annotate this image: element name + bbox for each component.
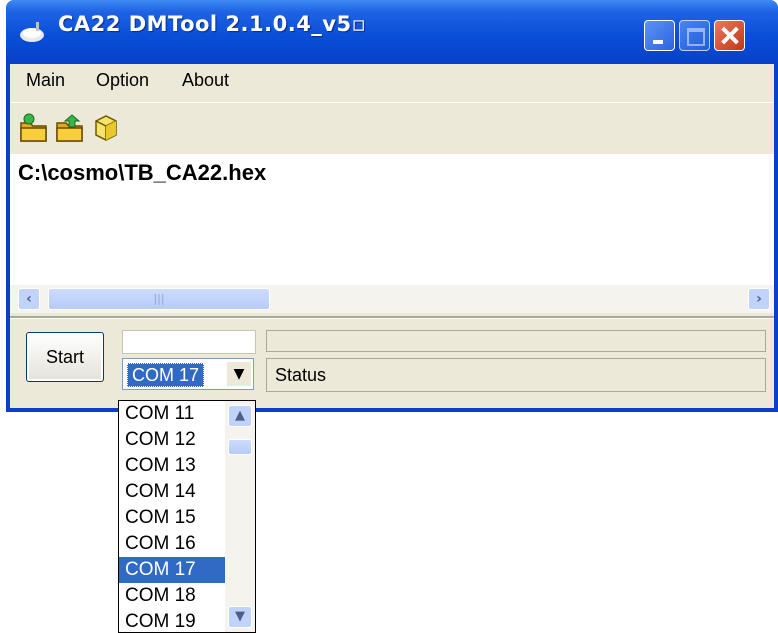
minimize-button[interactable] (644, 20, 675, 51)
chevron-up-icon[interactable]: ▲ (228, 405, 252, 427)
menu-about[interactable]: About (182, 70, 229, 91)
title-bar[interactable]: CA22 DMTool 2.1.0.4_v5▫ (6, 0, 778, 64)
close-button[interactable] (714, 20, 745, 51)
com-port-select[interactable]: COM 17 ▼ (122, 358, 254, 390)
dropdown-option[interactable]: COM 16 (119, 531, 225, 557)
file-path-text: C:\cosmo\TB_CA22.hex (18, 160, 267, 185)
dropdown-option-selected[interactable]: COM 17 (119, 557, 225, 583)
start-button[interactable]: Start (26, 332, 104, 382)
menu-main[interactable]: Main (26, 70, 65, 91)
status-upper-panel (266, 330, 766, 352)
dropdown-option[interactable]: COM 18 (119, 583, 225, 609)
com-port-dropdown-list[interactable]: COM 11 COM 12 COM 13 COM 14 COM 15 COM 1… (118, 400, 256, 633)
scroll-right-icon[interactable]: › (748, 288, 770, 310)
app-window: CA22 DMTool 2.1.0.4_v5▫ Main Option Abou… (6, 0, 778, 412)
dropdown-scroll-thumb[interactable] (228, 439, 252, 455)
scroll-left-icon[interactable]: ‹ (18, 288, 40, 310)
dropdown-option[interactable]: COM 15 (119, 505, 225, 531)
file-path-textarea[interactable]: C:\cosmo\TB_CA22.hex (10, 154, 774, 284)
dropdown-scrollbar[interactable]: ▲ ▼ (225, 401, 255, 632)
scroll-thumb[interactable]: ||| (48, 288, 270, 310)
window-title: CA22 DMTool 2.1.0.4_v5▫ (58, 12, 367, 36)
open-folder-arrow-icon[interactable] (54, 111, 86, 145)
dropdown-option[interactable]: COM 19 (119, 609, 225, 632)
dropdown-option[interactable]: COM 14 (119, 479, 225, 505)
maximize-button[interactable] (679, 20, 710, 51)
toolbar (10, 102, 774, 153)
cube-icon[interactable] (90, 111, 122, 145)
horizontal-scrollbar[interactable]: ‹ ||| › (10, 284, 774, 313)
chevron-down-icon[interactable]: ▼ (227, 362, 251, 386)
open-folder-icon[interactable] (18, 111, 50, 145)
menu-option[interactable]: Option (96, 70, 149, 91)
dropdown-option[interactable]: COM 12 (119, 427, 225, 453)
divider (10, 316, 774, 319)
status-panel: Status (266, 358, 766, 392)
status-text: Status (275, 365, 327, 385)
dropdown-option[interactable]: COM 13 (119, 453, 225, 479)
upper-edit-field[interactable] (122, 330, 256, 354)
dropdown-option[interactable]: COM 11 (119, 401, 225, 427)
app-icon (18, 20, 48, 48)
client-area: Main Option About C:\cosmo\TB_CA22.hex ‹… (10, 64, 774, 408)
chevron-down-icon[interactable]: ▼ (228, 606, 252, 628)
com-port-value: COM 17 (127, 363, 205, 387)
menu-bar: Main Option About (10, 64, 774, 100)
